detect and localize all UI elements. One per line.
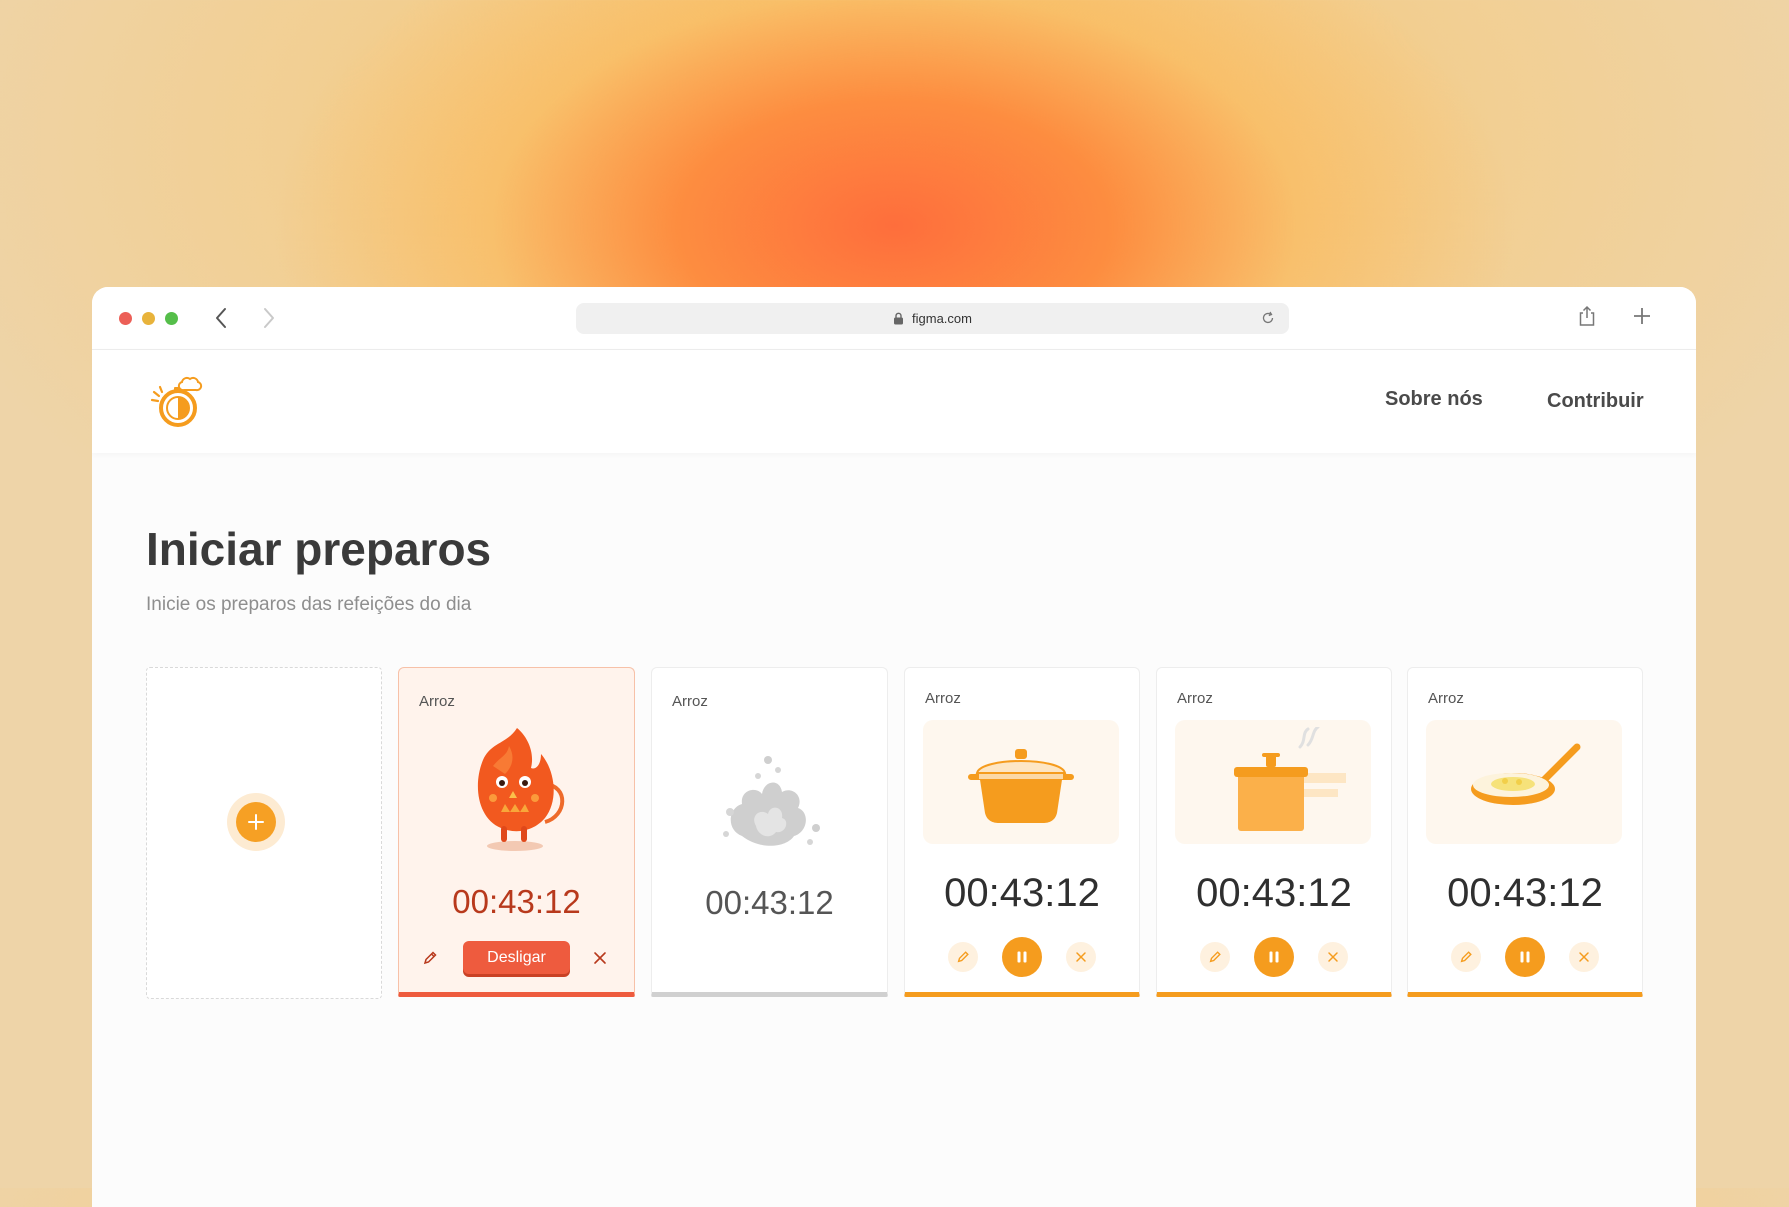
timer-card-frying-pan: Arroz 00:43:12: [1407, 667, 1643, 997]
card-label: Arroz: [925, 690, 961, 707]
add-timer-button[interactable]: [236, 802, 276, 842]
card-label: Arroz: [419, 693, 455, 710]
timer-card-pressure-cooker: Arroz 00:43:12: [1156, 667, 1392, 997]
site-header: Sobre nós Contribuir: [92, 350, 1696, 453]
pressure-cooker-icon: [1234, 727, 1346, 831]
fire-mascot-icon: [457, 726, 577, 861]
card-label: Arroz: [1428, 690, 1464, 707]
timer-display: 00:43:12: [1447, 871, 1603, 915]
nav-about-link[interactable]: Sobre nós: [1385, 388, 1483, 411]
plus-icon: [248, 814, 264, 830]
pause-icon: [1269, 951, 1279, 963]
timer-chef-logo-icon[interactable]: [148, 370, 206, 437]
close-icon: [1328, 952, 1338, 962]
pause-button[interactable]: [1505, 937, 1545, 977]
maximize-window-button[interactable]: [165, 312, 178, 325]
frying-pan-icon: [1471, 743, 1581, 805]
card-label: Arroz: [1177, 690, 1213, 707]
timer-card-burning: Arroz 00:43:12 Desligar: [398, 667, 635, 997]
timer-card-finished: Arroz 00:43:12: [651, 667, 888, 997]
frying-pan-illustration: [1426, 720, 1622, 844]
remove-button[interactable]: [1569, 942, 1599, 972]
close-window-button[interactable]: [119, 312, 132, 325]
back-button[interactable]: [206, 303, 236, 333]
reload-icon[interactable]: [1261, 311, 1275, 328]
pause-button[interactable]: [1254, 937, 1294, 977]
new-tab-icon[interactable]: [1632, 306, 1652, 331]
edit-button[interactable]: [1200, 942, 1230, 972]
pause-button[interactable]: [1002, 937, 1042, 977]
remove-button[interactable]: [1318, 942, 1348, 972]
smoke-icon: [712, 746, 832, 861]
timer-display: 00:43:12: [705, 884, 834, 921]
turn-off-button[interactable]: Desligar: [463, 941, 570, 974]
close-icon: [1076, 952, 1086, 962]
edit-button[interactable]: [948, 942, 978, 972]
pencil-icon: [957, 951, 969, 963]
timer-card-pot: Arroz 00:43:12: [904, 667, 1140, 997]
minimize-window-button[interactable]: [142, 312, 155, 325]
timer-display: 00:43:12: [1196, 871, 1352, 915]
timer-display: 00:43:12: [452, 883, 581, 920]
pencil-icon: [1460, 951, 1472, 963]
browser-window: figma.com Sobre nós Contribuir Iniciar p…: [92, 287, 1696, 1207]
remove-button[interactable]: [1066, 942, 1096, 972]
pot-illustration: [923, 720, 1119, 844]
close-icon: [1579, 952, 1589, 962]
chevron-right-icon: [264, 308, 274, 328]
page-subtitle: Inicie os preparos das refeições do dia: [146, 594, 472, 615]
page-title: Iniciar preparos: [146, 523, 492, 575]
pressure-cooker-illustration: [1175, 720, 1371, 844]
timer-display: 00:43:12: [944, 871, 1100, 915]
card-label: Arroz: [672, 693, 708, 710]
share-icon[interactable]: [1578, 305, 1596, 332]
chevron-left-icon: [216, 308, 226, 328]
forward-button[interactable]: [254, 303, 284, 333]
url-text: figma.com: [912, 311, 972, 326]
close-icon[interactable]: [593, 951, 607, 970]
pencil-icon: [1209, 951, 1221, 963]
lock-icon: [893, 312, 904, 325]
nav-contribute-link[interactable]: Contribuir: [1547, 390, 1644, 413]
address-bar[interactable]: figma.com: [576, 303, 1289, 334]
edit-button[interactable]: [1451, 942, 1481, 972]
pause-icon: [1520, 951, 1530, 963]
browser-toolbar: figma.com: [92, 287, 1696, 350]
pencil-icon[interactable]: [422, 950, 438, 971]
pot-icon: [968, 749, 1074, 823]
pause-icon: [1017, 951, 1027, 963]
add-timer-card[interactable]: [146, 667, 382, 999]
